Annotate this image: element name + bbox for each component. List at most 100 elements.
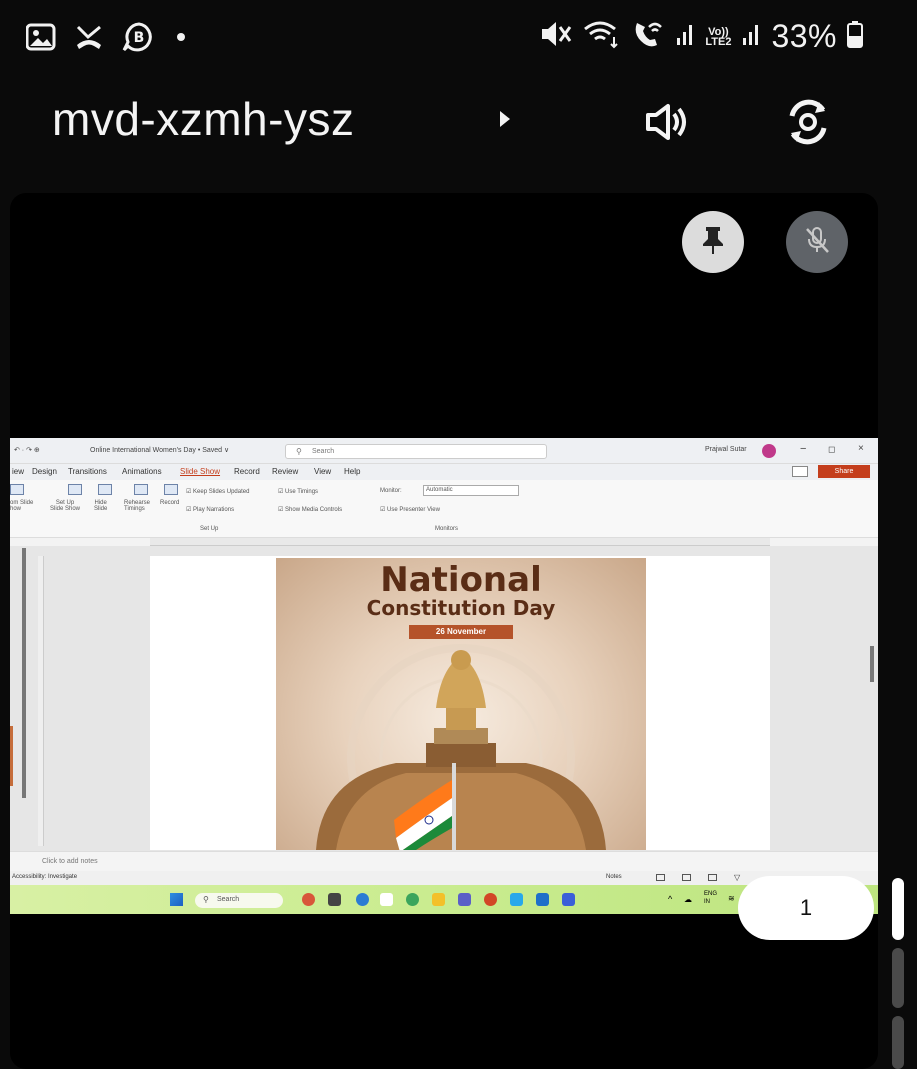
word-icon[interactable] bbox=[536, 893, 549, 906]
meeting-info-caret-icon[interactable] bbox=[500, 111, 510, 127]
slide-date-banner: 26 November bbox=[409, 625, 513, 639]
slideshow-view-icon[interactable]: ▽ bbox=[734, 873, 740, 882]
keep-slides-checkbox[interactable]: ☑ Keep Slides Updated bbox=[186, 488, 249, 495]
menu-item-design[interactable]: Design bbox=[32, 467, 57, 476]
wifi-tray-icon[interactable]: ≋ bbox=[728, 894, 735, 903]
presenter-view-checkbox[interactable]: ☑ Use Presenter View bbox=[380, 506, 440, 513]
menu-item-animations[interactable]: Animations bbox=[122, 467, 162, 476]
file-explorer-icon[interactable] bbox=[432, 893, 445, 906]
missed-call-icon bbox=[74, 23, 104, 56]
signal-icon bbox=[675, 22, 695, 51]
scroll-indicator-active[interactable] bbox=[892, 878, 904, 940]
ppt-ribbon: om Slide how Set Up Slide Show Hide Slid… bbox=[10, 480, 878, 538]
record-icon[interactable] bbox=[164, 484, 178, 495]
right-scrollbar[interactable] bbox=[870, 646, 874, 682]
hide-slide-icon[interactable] bbox=[98, 484, 112, 495]
slide[interactable]: National Constitution Day 26 November bbox=[276, 558, 646, 850]
pin-button[interactable] bbox=[682, 211, 744, 273]
notes-bar[interactable]: Click to add notes bbox=[10, 851, 878, 871]
menu-item-review[interactable]: Review bbox=[272, 467, 298, 476]
ruler bbox=[150, 538, 770, 546]
notepad-icon[interactable] bbox=[380, 893, 393, 906]
menu-item[interactable]: iew bbox=[12, 467, 24, 476]
accessibility-status[interactable]: Accessibility: Investigate bbox=[12, 874, 77, 880]
store-icon[interactable] bbox=[562, 893, 575, 906]
edge-icon[interactable] bbox=[356, 893, 369, 906]
media-controls-label: Show Media Controls bbox=[285, 507, 343, 513]
svg-text:B: B bbox=[134, 30, 145, 46]
widgets-icon[interactable] bbox=[302, 893, 315, 906]
slide-subtitle: Constitution Day bbox=[366, 596, 556, 620]
hide-slide-label[interactable]: Hide Slide bbox=[94, 500, 107, 512]
battery-percent: 33% bbox=[771, 18, 837, 54]
ppt-status-bar: Accessibility: Investigate Notes ▽ bbox=[10, 871, 878, 885]
menu-item-transitions[interactable]: Transitions bbox=[68, 467, 107, 476]
b-badge-icon: B bbox=[122, 22, 156, 57]
menu-item-view[interactable]: View bbox=[314, 467, 331, 476]
wifi-calling-icon bbox=[631, 19, 665, 54]
setup-show-icon[interactable] bbox=[68, 484, 82, 495]
reading-view-icon[interactable] bbox=[708, 874, 717, 881]
monitor-label: Monitor: bbox=[380, 488, 402, 494]
group-label-setup: Set Up bbox=[200, 526, 219, 532]
undo-redo-icon[interactable]: ↶ · ↷ ⊕ bbox=[14, 446, 40, 454]
network-type-label: Vo)) LTE2 bbox=[705, 25, 732, 48]
status-bar: B Vo)) LTE2 33% bbox=[0, 0, 917, 70]
search-icon: ⚲ bbox=[203, 895, 209, 904]
normal-view-icon[interactable] bbox=[656, 874, 665, 881]
vertical-ruler bbox=[38, 556, 44, 846]
ppt-menu-bar: iew Design Transitions Animations Slide … bbox=[10, 464, 878, 480]
image-icon bbox=[25, 23, 56, 56]
monitor-select[interactable]: Automatic bbox=[423, 485, 519, 496]
restore-icon[interactable]: ◻ bbox=[828, 444, 835, 455]
comments-icon[interactable] bbox=[792, 466, 808, 477]
search-icon: ⚲ bbox=[296, 447, 302, 456]
outlook-icon[interactable] bbox=[510, 893, 523, 906]
use-timings-checkbox[interactable]: ☑ Use Timings bbox=[278, 488, 318, 495]
meeting-code[interactable]: mvd-xzmh-ysz bbox=[52, 92, 354, 146]
menu-item-help[interactable]: Help bbox=[344, 467, 360, 476]
close-icon[interactable]: × bbox=[858, 443, 864, 454]
powerpoint-icon[interactable] bbox=[484, 893, 497, 906]
custom-slide-show-icon[interactable] bbox=[10, 484, 24, 495]
language-indicator[interactable]: ENG IN bbox=[704, 890, 717, 906]
taskbar-search[interactable]: ⚲ Search bbox=[195, 893, 283, 908]
page-number-badge[interactable]: 1 bbox=[738, 876, 874, 940]
teams-icon[interactable] bbox=[458, 893, 471, 906]
start-icon[interactable] bbox=[170, 893, 183, 906]
slide-thumbnail-edge[interactable] bbox=[10, 726, 13, 786]
share-button[interactable]: Share bbox=[818, 465, 870, 478]
setup-show-label[interactable]: Set Up Slide Show bbox=[50, 500, 80, 512]
play-narrations-checkbox[interactable]: ☑ Play Narrations bbox=[186, 506, 234, 513]
taskbar-search-label: Search bbox=[217, 896, 240, 903]
sorter-view-icon[interactable] bbox=[682, 874, 691, 881]
notes-toggle[interactable]: Notes bbox=[606, 874, 622, 880]
record-label[interactable]: Record bbox=[160, 500, 179, 506]
rehearse-icon[interactable] bbox=[134, 484, 148, 495]
menu-item-record[interactable]: Record bbox=[234, 467, 260, 476]
notification-dot-icon bbox=[174, 30, 188, 49]
task-view-icon[interactable] bbox=[328, 893, 341, 906]
scroll-indicator[interactable] bbox=[892, 948, 904, 1008]
switch-camera-button[interactable] bbox=[780, 96, 836, 152]
tray-chevron-icon[interactable]: ^ bbox=[668, 894, 672, 904]
rehearse-label[interactable]: Rehearse Timings bbox=[124, 500, 150, 512]
avatar[interactable] bbox=[762, 444, 776, 458]
menu-item-slide-show[interactable]: Slide Show bbox=[180, 467, 220, 476]
ppt-title-bar: ↶ · ↷ ⊕ Online International Women's Day… bbox=[10, 438, 878, 464]
group-label-monitors: Monitors bbox=[435, 526, 459, 532]
battery-icon bbox=[847, 19, 863, 54]
keep-slides-label: Keep Slides Updated bbox=[193, 489, 250, 495]
scroll-indicator[interactable] bbox=[892, 1016, 904, 1069]
mic-off-icon bbox=[803, 225, 831, 260]
onedrive-icon[interactable]: ☁ bbox=[684, 895, 692, 904]
ppt-search[interactable]: ⚲ Search bbox=[285, 444, 547, 459]
wifi-icon bbox=[583, 19, 621, 54]
speaker-button[interactable] bbox=[640, 96, 696, 152]
minimize-icon[interactable]: − bbox=[800, 443, 806, 455]
chrome-icon[interactable] bbox=[406, 893, 419, 906]
media-controls-checkbox[interactable]: ☑ Show Media Controls bbox=[278, 506, 342, 513]
custom-slide-show-label[interactable]: om Slide how bbox=[10, 500, 33, 512]
meet-screen: B Vo)) LTE2 33% mvd-xzmh-ysz ↶ · ↷ ⊕ Onl… bbox=[0, 0, 917, 1069]
left-scrollbar[interactable] bbox=[22, 548, 26, 798]
